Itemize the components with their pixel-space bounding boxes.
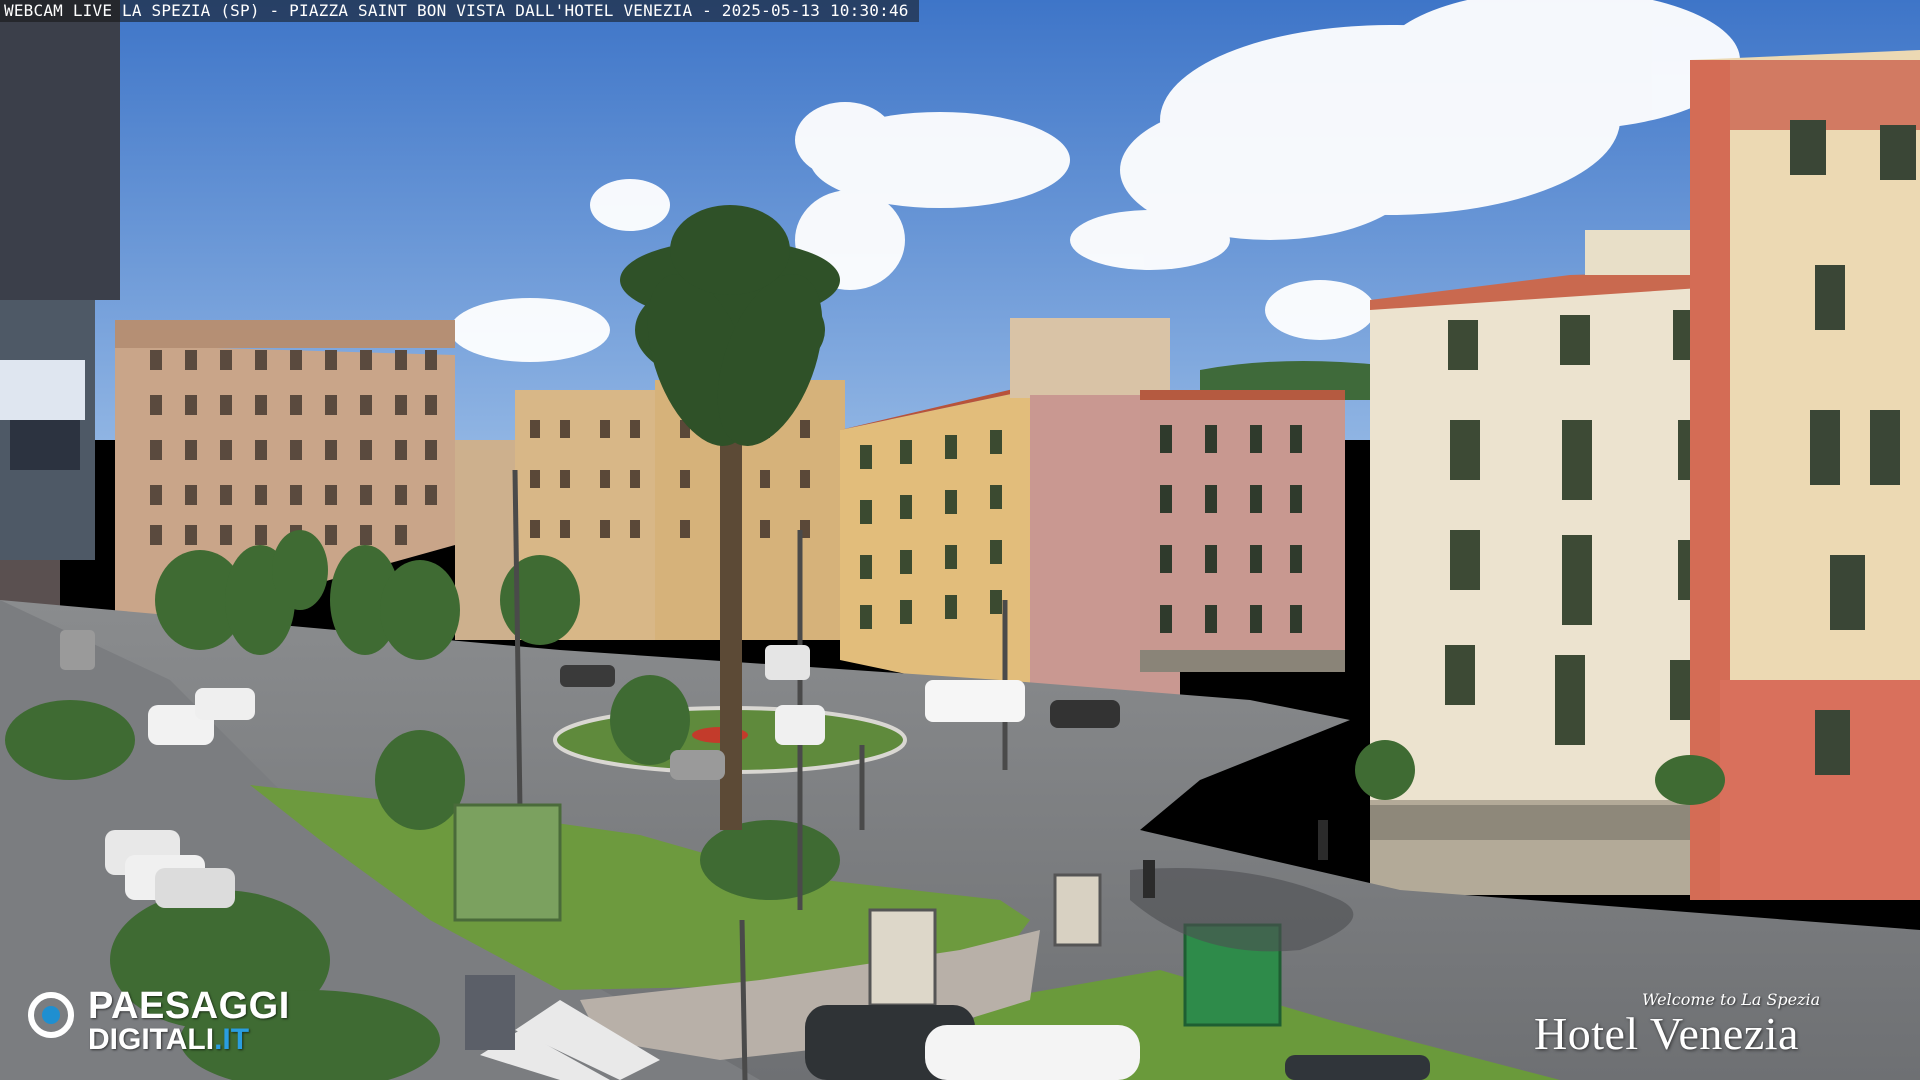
paesaggi-digitali-logo: PAESAGGI DIGITALI.IT xyxy=(26,986,346,1058)
hotel-venezia-logo: Welcome to La Spezia Hotel Venezia xyxy=(1530,982,1910,1072)
logo-line2-tld: .IT xyxy=(214,1023,250,1056)
logo-line2-main: DIGITALI xyxy=(88,1023,215,1056)
logo-line2: DIGITALI.IT xyxy=(88,1024,249,1056)
road-sign xyxy=(465,975,515,1050)
hotel-name: Hotel Venezia xyxy=(1534,1008,1799,1059)
webcam-caption: WEBCAM LIVE LA SPEZIA (SP) - PIAZZA SAIN… xyxy=(0,0,919,22)
webcam-scene xyxy=(0,0,1920,1080)
camera-lens-icon xyxy=(28,992,74,1038)
logo-line1: PAESAGGI xyxy=(88,985,290,1027)
info-board-2 xyxy=(1053,873,1102,947)
recycling-bin xyxy=(453,803,562,922)
webcam-frame: WEBCAM LIVE LA SPEZIA (SP) - PIAZZA SAIN… xyxy=(0,0,1920,1080)
building-pink xyxy=(1030,390,1345,700)
building-red xyxy=(1690,50,1920,900)
info-board xyxy=(868,908,937,1007)
